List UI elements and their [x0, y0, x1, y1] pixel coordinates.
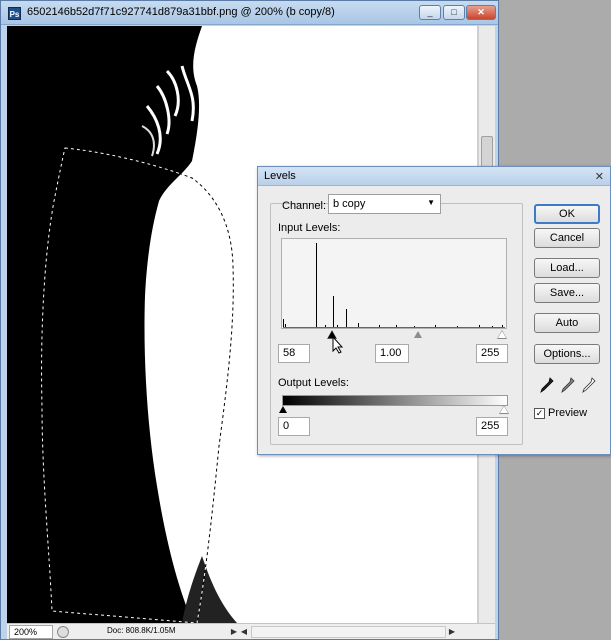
- status-bar: 200% Doc: 808.8K/1.05M ▶ ◀ ▶: [7, 623, 495, 639]
- histogram-chart: [283, 243, 505, 328]
- mouse-cursor-icon: [332, 336, 344, 354]
- histogram: [281, 238, 507, 329]
- histogram-bar: [346, 309, 347, 328]
- histogram-baseline: [283, 327, 505, 328]
- minimize-button[interactable]: _: [419, 5, 441, 20]
- gray-eyedropper-icon[interactable]: [561, 377, 575, 393]
- input-black-field[interactable]: 58: [278, 344, 310, 363]
- levels-titlebar[interactable]: Levels ✕: [258, 167, 610, 186]
- status-menu-icon[interactable]: [57, 626, 69, 638]
- maximize-button[interactable]: □: [443, 5, 465, 20]
- options-button[interactable]: Options...: [534, 344, 600, 364]
- checkmark-icon: ✓: [535, 408, 544, 418]
- output-slider[interactable]: [279, 405, 509, 416]
- white-eyedropper-icon[interactable]: [582, 377, 596, 393]
- channel-label: Channel:: [282, 200, 327, 212]
- output-levels-label: Output Levels:: [278, 377, 349, 389]
- scroll-left-icon[interactable]: ◀: [239, 626, 249, 638]
- photoshop-icon: Ps: [8, 7, 21, 20]
- input-white-field[interactable]: 255: [476, 344, 508, 363]
- preview-label: Preview: [548, 407, 588, 419]
- channel-value: b copy: [333, 198, 366, 210]
- input-levels-label: Input Levels:: [278, 222, 341, 234]
- output-white-slider[interactable]: [500, 406, 508, 413]
- input-gamma-field[interactable]: 1.00: [375, 344, 409, 363]
- histogram-bar: [333, 296, 334, 328]
- chevron-down-icon: ▼: [427, 198, 435, 207]
- scroll-right-icon[interactable]: ▶: [447, 626, 457, 638]
- input-slider[interactable]: [281, 329, 507, 341]
- ok-button[interactable]: OK: [534, 204, 600, 224]
- save-button[interactable]: Save...: [534, 283, 600, 303]
- output-black-field[interactable]: 0: [278, 417, 310, 436]
- output-gradient-bar: [282, 395, 508, 406]
- input-gamma-slider[interactable]: [414, 331, 422, 338]
- status-arrow-icon[interactable]: ▶: [229, 626, 239, 638]
- horizontal-scrollbar[interactable]: [251, 626, 446, 638]
- document-title: 6502146b52d7f71c927741d879a31bbf.png @ 2…: [27, 6, 335, 18]
- zoom-field[interactable]: 200%: [9, 625, 53, 639]
- levels-dialog: Levels ✕ Channel: b copy ▼ Input Levels:…: [257, 166, 611, 455]
- input-white-slider[interactable]: [498, 331, 506, 338]
- histogram-bar: [316, 243, 317, 328]
- channel-select[interactable]: b copy ▼: [328, 194, 441, 214]
- preview-checkbox[interactable]: ✓: [534, 408, 545, 419]
- histogram-bar: [283, 319, 284, 328]
- document-titlebar[interactable]: Ps 6502146b52d7f71c927741d879a31bbf.png …: [1, 1, 498, 25]
- document-info: Doc: 808.8K/1.05M: [107, 626, 176, 635]
- levels-title: Levels: [264, 170, 296, 182]
- cancel-button[interactable]: Cancel: [534, 228, 600, 248]
- auto-button[interactable]: Auto: [534, 313, 600, 333]
- levels-close-icon[interactable]: ✕: [595, 170, 604, 183]
- close-button[interactable]: ✕: [466, 5, 496, 20]
- load-button[interactable]: Load...: [534, 258, 600, 278]
- output-white-field[interactable]: 255: [476, 417, 508, 436]
- black-eyedropper-icon[interactable]: [540, 377, 554, 393]
- output-black-slider[interactable]: [279, 406, 287, 413]
